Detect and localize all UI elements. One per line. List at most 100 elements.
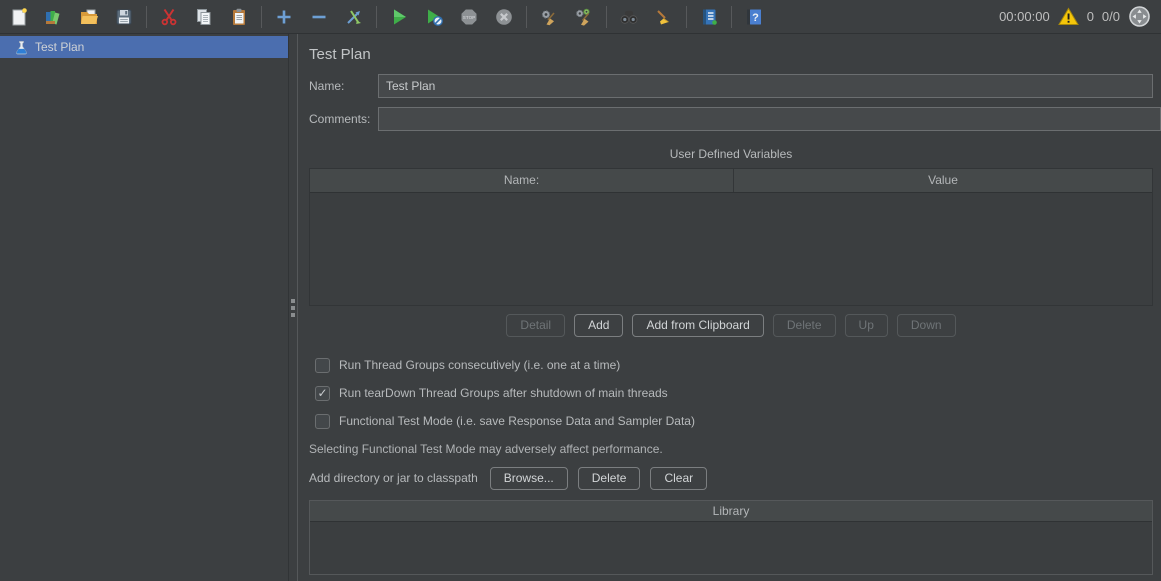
udv-table-body[interactable] (310, 193, 1152, 305)
run-teardown-label: Run tearDown Thread Groups after shutdow… (339, 386, 668, 400)
toolbar-separator (526, 6, 527, 28)
save-button[interactable] (113, 6, 135, 28)
add-button[interactable]: Add (574, 314, 623, 337)
clear-button[interactable] (538, 6, 560, 28)
save-floppy-icon (114, 7, 134, 27)
library-table: Library (309, 500, 1153, 575)
cut-scissors-icon (159, 7, 179, 27)
panel-splitter[interactable] (288, 34, 298, 581)
name-input[interactable] (378, 74, 1153, 98)
udv-column-name[interactable]: Name: (310, 169, 734, 192)
elapsed-time: 00:00:00 (999, 9, 1050, 24)
clear-all-gear-broom-icon (574, 7, 594, 27)
toolbar: STOP ? 00:00:00 0 (0, 0, 1161, 34)
test-plan-flask-icon (14, 40, 29, 55)
templates-icon (44, 7, 64, 27)
splitter-grip-icon (291, 299, 295, 317)
detail-button[interactable]: Detail (506, 314, 565, 337)
help-button[interactable]: ? (743, 6, 765, 28)
option-row-consecutive: Run Thread Groups consecutively (i.e. on… (315, 358, 1153, 373)
new-file-icon (9, 7, 29, 27)
open-folder-icon (79, 7, 99, 27)
thread-indicator-icon (1128, 5, 1151, 28)
library-table-body[interactable] (310, 522, 1152, 574)
down-button[interactable]: Down (897, 314, 956, 337)
paste-clipboard-icon (229, 7, 249, 27)
classpath-row: Add directory or jar to classpath Browse… (309, 467, 1153, 490)
run-consecutively-checkbox[interactable] (315, 358, 330, 373)
search-reset-broom-icon (654, 7, 674, 27)
minus-icon (309, 7, 329, 27)
thread-ratio: 0/0 (1102, 9, 1120, 24)
toggle-arrows-icon (344, 7, 364, 27)
window-body: Test Plan Test Plan Name: Comments: User… (0, 34, 1161, 581)
new-file-button[interactable] (8, 6, 30, 28)
option-row-functional: Functional Test Mode (i.e. save Response… (315, 414, 1153, 429)
tree-item-test-plan[interactable]: Test Plan (0, 36, 288, 58)
library-column-header[interactable]: Library (310, 501, 1152, 522)
jmeter-window: STOP ? 00:00:00 0 (0, 0, 1161, 581)
functional-mode-label: Functional Test Mode (i.e. save Response… (339, 414, 695, 428)
udv-title: User Defined Variables (309, 147, 1153, 161)
warning-count: 0 (1087, 9, 1094, 24)
start-button[interactable] (388, 6, 410, 28)
tree-item-label: Test Plan (35, 40, 84, 54)
toggle-button[interactable] (343, 6, 365, 28)
name-row: Name: (309, 74, 1153, 98)
start-play-icon (389, 7, 409, 27)
collapse-all-button[interactable] (308, 6, 330, 28)
up-button[interactable]: Up (845, 314, 888, 337)
option-row-teardown: ✓ Run tearDown Thread Groups after shutd… (315, 386, 1153, 401)
search-button[interactable] (618, 6, 640, 28)
clear-jar-button[interactable]: Clear (650, 467, 707, 490)
delete-jar-button[interactable]: Delete (578, 467, 641, 490)
name-label: Name: (309, 79, 378, 93)
paste-button[interactable] (228, 6, 250, 28)
browse-button[interactable]: Browse... (490, 467, 568, 490)
search-binoculars-icon (619, 7, 639, 27)
udv-table: Name: Value (309, 168, 1153, 306)
function-helper-button[interactable] (698, 6, 720, 28)
run-consecutively-label: Run Thread Groups consecutively (i.e. on… (339, 358, 620, 372)
toolbar-separator (376, 6, 377, 28)
comments-label: Comments: (309, 112, 378, 126)
comments-row: Comments: (309, 107, 1153, 131)
warning-triangle-icon[interactable] (1058, 7, 1079, 26)
delete-variable-button[interactable]: Delete (773, 314, 836, 337)
toolbar-separator (261, 6, 262, 28)
page-title: Test Plan (309, 46, 1153, 63)
run-teardown-checkbox[interactable]: ✓ (315, 386, 330, 401)
toolbar-separator (731, 6, 732, 28)
functional-mode-checkbox[interactable] (315, 414, 330, 429)
svg-text:?: ? (752, 12, 759, 24)
toolbar-separator (146, 6, 147, 28)
clear-gear-broom-icon (539, 7, 559, 27)
shutdown-button[interactable] (493, 6, 515, 28)
status-area: 00:00:00 0 0/0 (999, 5, 1151, 28)
udv-column-value[interactable]: Value (734, 169, 1152, 192)
functional-mode-note: Selecting Functional Test Mode may adver… (309, 442, 1153, 456)
help-book-icon: ? (744, 7, 764, 27)
start-no-timers-button[interactable] (423, 6, 445, 28)
toolbar-separator (686, 6, 687, 28)
cut-button[interactable] (158, 6, 180, 28)
udv-button-row: Detail Add Add from Clipboard Delete Up … (309, 314, 1153, 337)
copy-icon (194, 7, 214, 27)
stop-sign-icon: STOP (459, 7, 479, 27)
start-no-timers-icon (424, 7, 444, 27)
stop-button[interactable]: STOP (458, 6, 480, 28)
test-plan-editor: Test Plan Name: Comments: User Defined V… (298, 34, 1161, 581)
comments-input[interactable] (378, 107, 1161, 131)
copy-button[interactable] (193, 6, 215, 28)
test-plan-tree: Test Plan (0, 34, 288, 581)
function-helper-notebook-icon (699, 7, 719, 27)
classpath-label: Add directory or jar to classpath (309, 471, 478, 485)
add-from-clipboard-button[interactable]: Add from Clipboard (632, 314, 763, 337)
search-reset-button[interactable] (653, 6, 675, 28)
open-file-button[interactable] (78, 6, 100, 28)
expand-all-button[interactable] (273, 6, 295, 28)
plus-icon (274, 7, 294, 27)
svg-text:STOP: STOP (463, 15, 475, 20)
templates-button[interactable] (43, 6, 65, 28)
clear-all-button[interactable] (573, 6, 595, 28)
